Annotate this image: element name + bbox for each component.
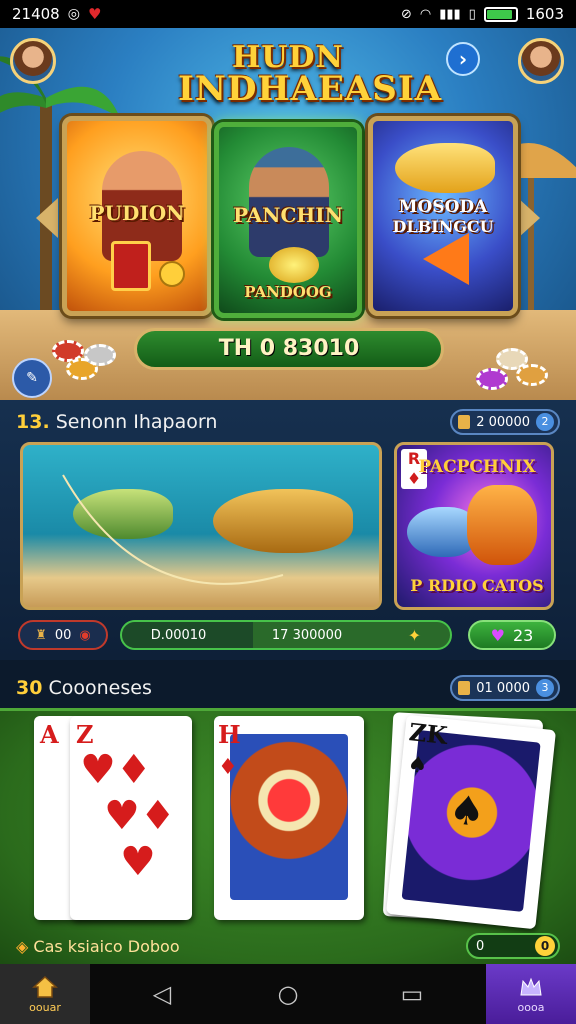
mute-icon: ⊘ [400, 6, 412, 22]
table-footer: ◈ Cas ksiaico Doboo 0 0 [0, 928, 576, 964]
crown-icon [520, 977, 542, 995]
carousel-right-arrow[interactable] [518, 198, 540, 238]
banner-2-title: PACPCHNIX [418, 457, 536, 477]
fish-icon [395, 143, 495, 193]
chip-icon [476, 368, 508, 390]
ticket-icon [458, 681, 471, 695]
signal-icon: ▮▮▮ [439, 6, 461, 22]
table-toggle[interactable]: 0 0 [466, 933, 560, 959]
carousel-left-arrow[interactable] [36, 198, 58, 238]
treasure-box [111, 241, 151, 291]
game-card-2-subtitle: PANDOOG [244, 283, 332, 301]
chip-icon [516, 364, 548, 386]
table-footer-label: ◈ Cas ksiaico Doboo [16, 936, 180, 956]
golden-fish-icon [467, 485, 537, 565]
game-lobby: 21408 ◎ ♥ ⊘ ◠ ▮▮▮ ▯ 1603 › HUDN INDHAEAS… [0, 0, 576, 1024]
poker-fish-banner[interactable]: R ♦ PACPCHNIX P RDIO CATOS [394, 442, 554, 610]
stats-row: ♜ 00 ◉ D.00010 17 300000 ✦ ♥ 23 [0, 620, 576, 652]
bottom-navigation: oouar ◁ ○ ▭ oooa [0, 964, 576, 1024]
poker-chips-left [52, 340, 122, 400]
character-figure [249, 147, 329, 257]
back-icon[interactable]: ◁ [148, 980, 176, 1008]
next-arrow-button[interactable]: › [446, 42, 480, 76]
section-1-title: 13. Senonn Ihapaorn [16, 411, 218, 433]
lives-counter[interactable]: ♜ 00 ◉ [18, 620, 108, 650]
game-card-2-title: PANCHIN [233, 203, 343, 227]
game-card-1-title: PUDION [89, 201, 185, 225]
game-card-3[interactable]: MOSODA DLBINGCU [368, 116, 518, 316]
gold-coins [269, 247, 319, 283]
progress-bar: D.00010 17 300000 ✦ [120, 620, 452, 650]
recents-icon[interactable]: ▭ [398, 980, 426, 1008]
key-icon: ♜ [35, 627, 47, 643]
section-2-header: 30 Coooneses 01 0000 3 [0, 668, 576, 708]
ticket-icon [458, 415, 471, 429]
status-bar: 21408 ◎ ♥ ⊘ ◠ ▮▮▮ ▯ 1603 [0, 0, 576, 28]
coin-icon [159, 261, 185, 287]
battery-text: 1603 [525, 5, 564, 23]
section-2-title: 30 Coooneses [16, 677, 152, 699]
spade-suit-icon: ♠ [446, 786, 488, 837]
game-logo: HUDN INDHAEASIA [178, 40, 443, 124]
player-avatar-right[interactable] [518, 38, 564, 84]
heart-suit-icon: ♥♦ [80, 747, 152, 793]
fishing-game-banner[interactable] [20, 442, 382, 610]
playing-card-1[interactable]: Z ♥♦ ♥♦ ♥ [70, 716, 192, 920]
nav-profile-tab[interactable]: oooa [486, 964, 576, 1024]
section-2-counter[interactable]: 01 0000 3 [450, 675, 560, 701]
banner-2-subtitle: P RDIO CATOS [410, 576, 544, 595]
card-artwork [230, 734, 348, 900]
gems-counter[interactable]: ♥ 23 [468, 620, 556, 650]
heart-suit-icon: ♥ [120, 839, 156, 885]
chip-icon [84, 344, 116, 366]
diamond-suit-icon: ♦ [218, 755, 238, 780]
nav-home-tab[interactable]: oouar [0, 964, 90, 1024]
player-avatar-left[interactable] [10, 38, 56, 84]
wifi-icon: ◠ [419, 6, 432, 22]
battery-icon [483, 6, 518, 22]
poker-chips-right [456, 328, 556, 398]
game-card-2[interactable]: PANCHIN PANDOOG [214, 122, 362, 318]
section-1-header: 13. Senonn Ihapaorn 2 00000 2 [0, 402, 576, 442]
playing-card-3[interactable]: ZK ♠ ♠ [385, 714, 557, 930]
game-card-3-title: MOSODA [398, 197, 488, 217]
game-card-1[interactable]: PUDION [62, 116, 212, 316]
side-menu-button[interactable]: ✎ [12, 358, 52, 398]
sim-icon: ▯ [468, 6, 476, 22]
fishing-line [62, 474, 284, 585]
status-time: 21408 [12, 5, 60, 23]
vpn-icon: ◎ [67, 6, 80, 22]
home-icon [32, 975, 58, 998]
hero-play-button[interactable]: TH 0 83010 [134, 328, 444, 370]
heart-suit-icon: ♥♦ [104, 793, 176, 839]
hero-banner: › HUDN INDHAEASIA PUDION PANCHIN PANDOOG… [0, 28, 576, 400]
heart-icon: ♥ [87, 5, 102, 23]
record-icon: ◉ [79, 627, 91, 643]
home-circle-icon[interactable]: ○ [274, 980, 302, 1008]
star-icon: ✦ [407, 625, 422, 645]
arrow-icon [423, 233, 469, 285]
playing-card-2[interactable]: H ♦ [214, 716, 364, 920]
chip-icon: ◈ [16, 936, 29, 956]
spade-suit-icon: ♠ [406, 752, 429, 780]
logo-line-2: INDHAEASIA [178, 69, 443, 109]
heart-gem-icon: ♥ [490, 625, 505, 645]
section-1-counter[interactable]: 2 00000 2 [450, 409, 560, 435]
